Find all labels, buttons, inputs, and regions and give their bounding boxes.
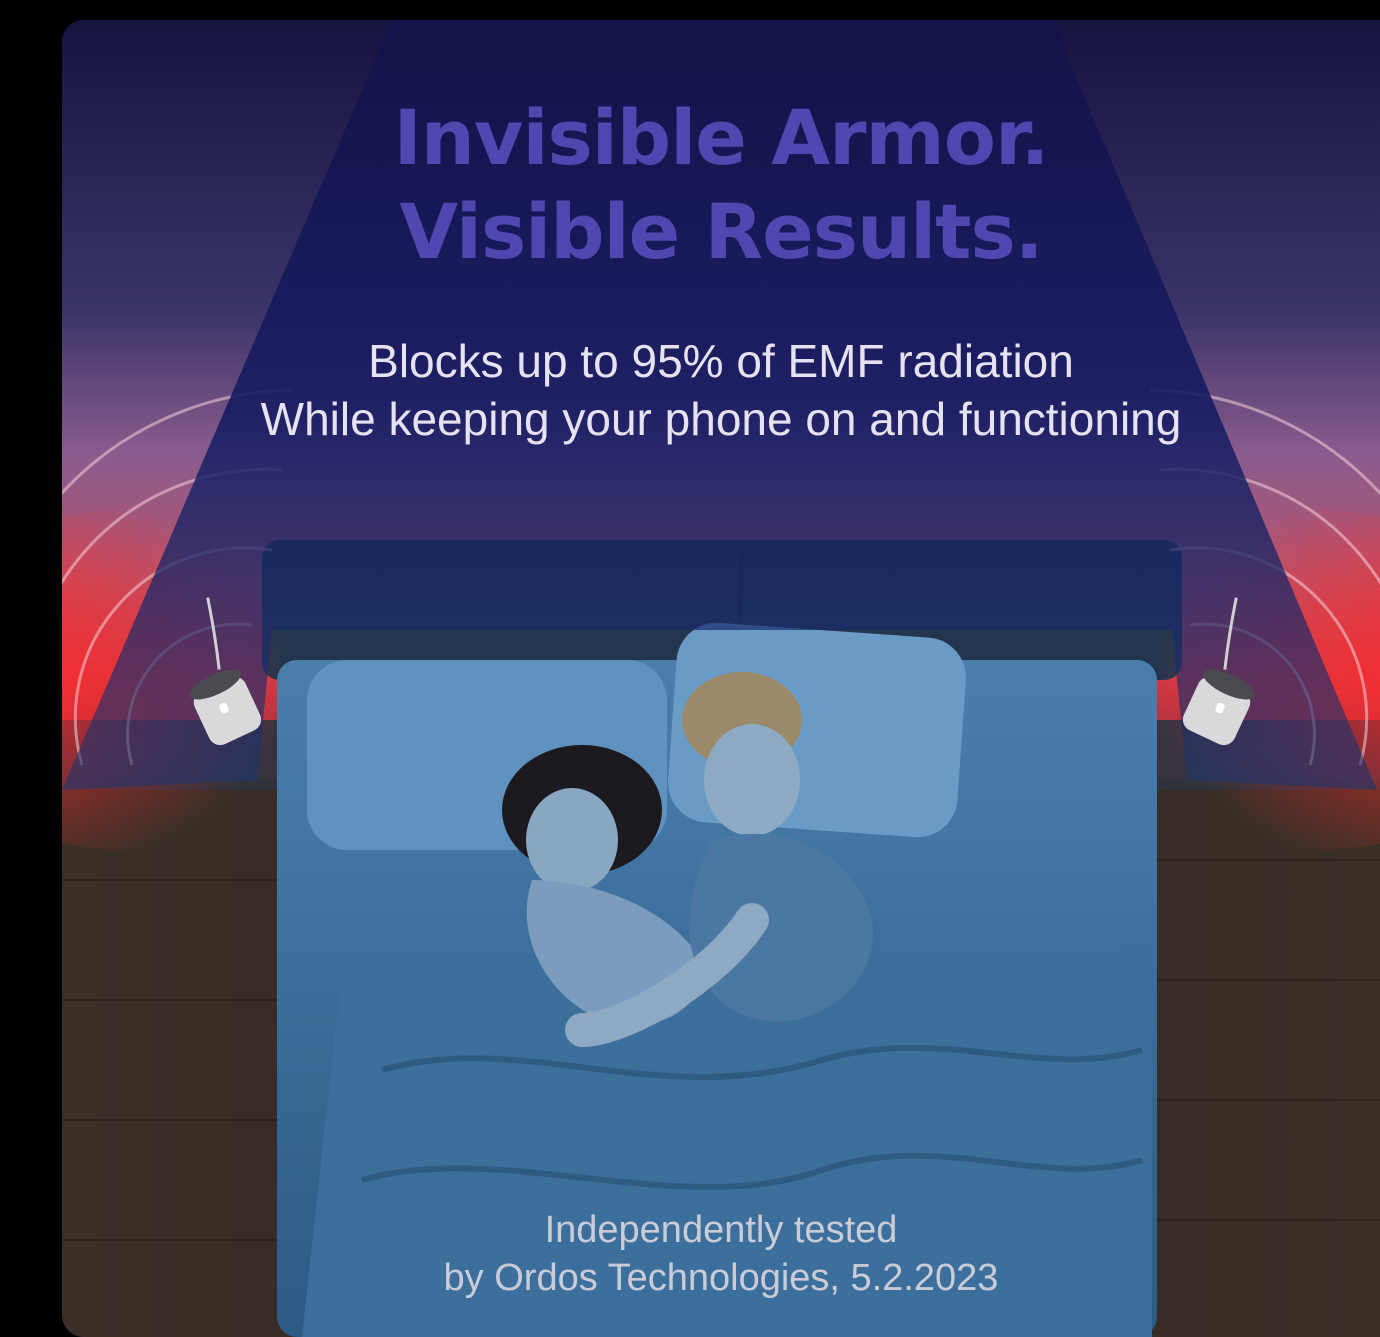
- headline-line-1: Invisible Armor.: [393, 93, 1050, 182]
- hero-card: Invisible Armor. Visible Results. Blocks…: [62, 20, 1380, 1337]
- subheadline-line-2: While keeping your phone on and function…: [260, 393, 1182, 445]
- footnote-line-1: Independently tested: [544, 1209, 898, 1251]
- headline-line-2: Visible Results.: [399, 187, 1043, 276]
- footnote-line-2: by Ordos Technologies, 5.2.2023: [443, 1257, 999, 1299]
- subheadline-line-1: Blocks up to 95% of EMF radiation: [368, 335, 1074, 387]
